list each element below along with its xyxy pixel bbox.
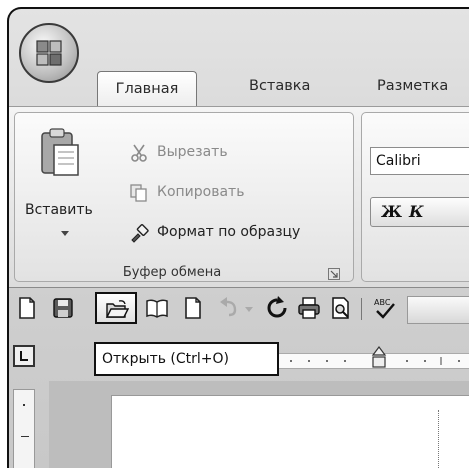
quick-access-toolbar: ABC [9,292,469,326]
open-folder-icon [105,300,129,318]
tab-page-layout[interactable]: Разметка [377,78,448,94]
new-document-icon[interactable] [15,296,39,320]
bold-button[interactable]: Ж [381,202,402,221]
font-group: Calibri Ж К [361,112,469,282]
screenshot-frame: Главная Вставка Разметка Вставить Выреза… [0,0,469,468]
dialog-launcher-icon[interactable] [328,268,340,280]
font-name-input[interactable]: Calibri [370,147,469,175]
ruler-tick [21,436,29,437]
document-page[interactable] [111,395,469,468]
clipboard-group-label: Буфер обмена [122,265,222,280]
print-icon[interactable] [297,296,321,320]
tab-insert[interactable]: Вставка [249,78,310,94]
clipboard-group: Вставить Вырезать Копировать Формат по о… [14,112,354,282]
italic-button[interactable]: К [409,202,424,221]
tab-home[interactable]: Главная [97,71,197,109]
print-preview-icon[interactable] [329,296,353,320]
open-button[interactable] [95,292,137,324]
cut-label: Вырезать [157,144,228,160]
svg-text:ABC: ABC [374,298,391,307]
document-area [49,381,469,468]
ribbon-tabs: Главная Вставка Разметка [9,67,469,109]
vertical-ruler[interactable] [13,389,35,468]
blank-page-icon[interactable] [181,296,205,320]
copy-label: Копировать [157,184,245,200]
toolbar-overflow[interactable] [407,296,469,324]
tooltip: Открыть (Ctrl+O) [94,342,279,376]
word-window: Главная Вставка Разметка Вставить Выреза… [7,7,469,468]
copy-icon [130,184,147,202]
chevron-down-icon[interactable] [61,231,69,236]
font-format-bar: Ж К [370,197,469,227]
redo-icon[interactable] [265,296,289,320]
margin-marker [438,410,439,468]
paste-icon[interactable] [40,127,82,179]
paste-button[interactable]: Вставить [25,202,93,218]
save-icon[interactable] [51,296,75,320]
ruler-row: Открыть (Ctrl+O) [9,335,469,381]
tab-selector[interactable] [13,345,35,367]
toolbar-separator [361,298,362,320]
undo-icon[interactable] [217,296,241,320]
format-painter-icon [131,224,149,243]
open-book-icon[interactable] [145,296,169,320]
office-logo-icon [36,40,62,66]
left-tab-icon [20,351,28,361]
format-painter-label: Формат по образцу [157,224,301,240]
indent-marker-icon[interactable] [371,341,387,371]
scissors-icon [131,144,147,162]
spelling-check-icon[interactable]: ABC [373,296,397,320]
ruler-tick [23,404,25,406]
dropdown-arrow-icon[interactable] [243,296,255,320]
ribbon: Вставить Вырезать Копировать Формат по о… [9,106,469,288]
